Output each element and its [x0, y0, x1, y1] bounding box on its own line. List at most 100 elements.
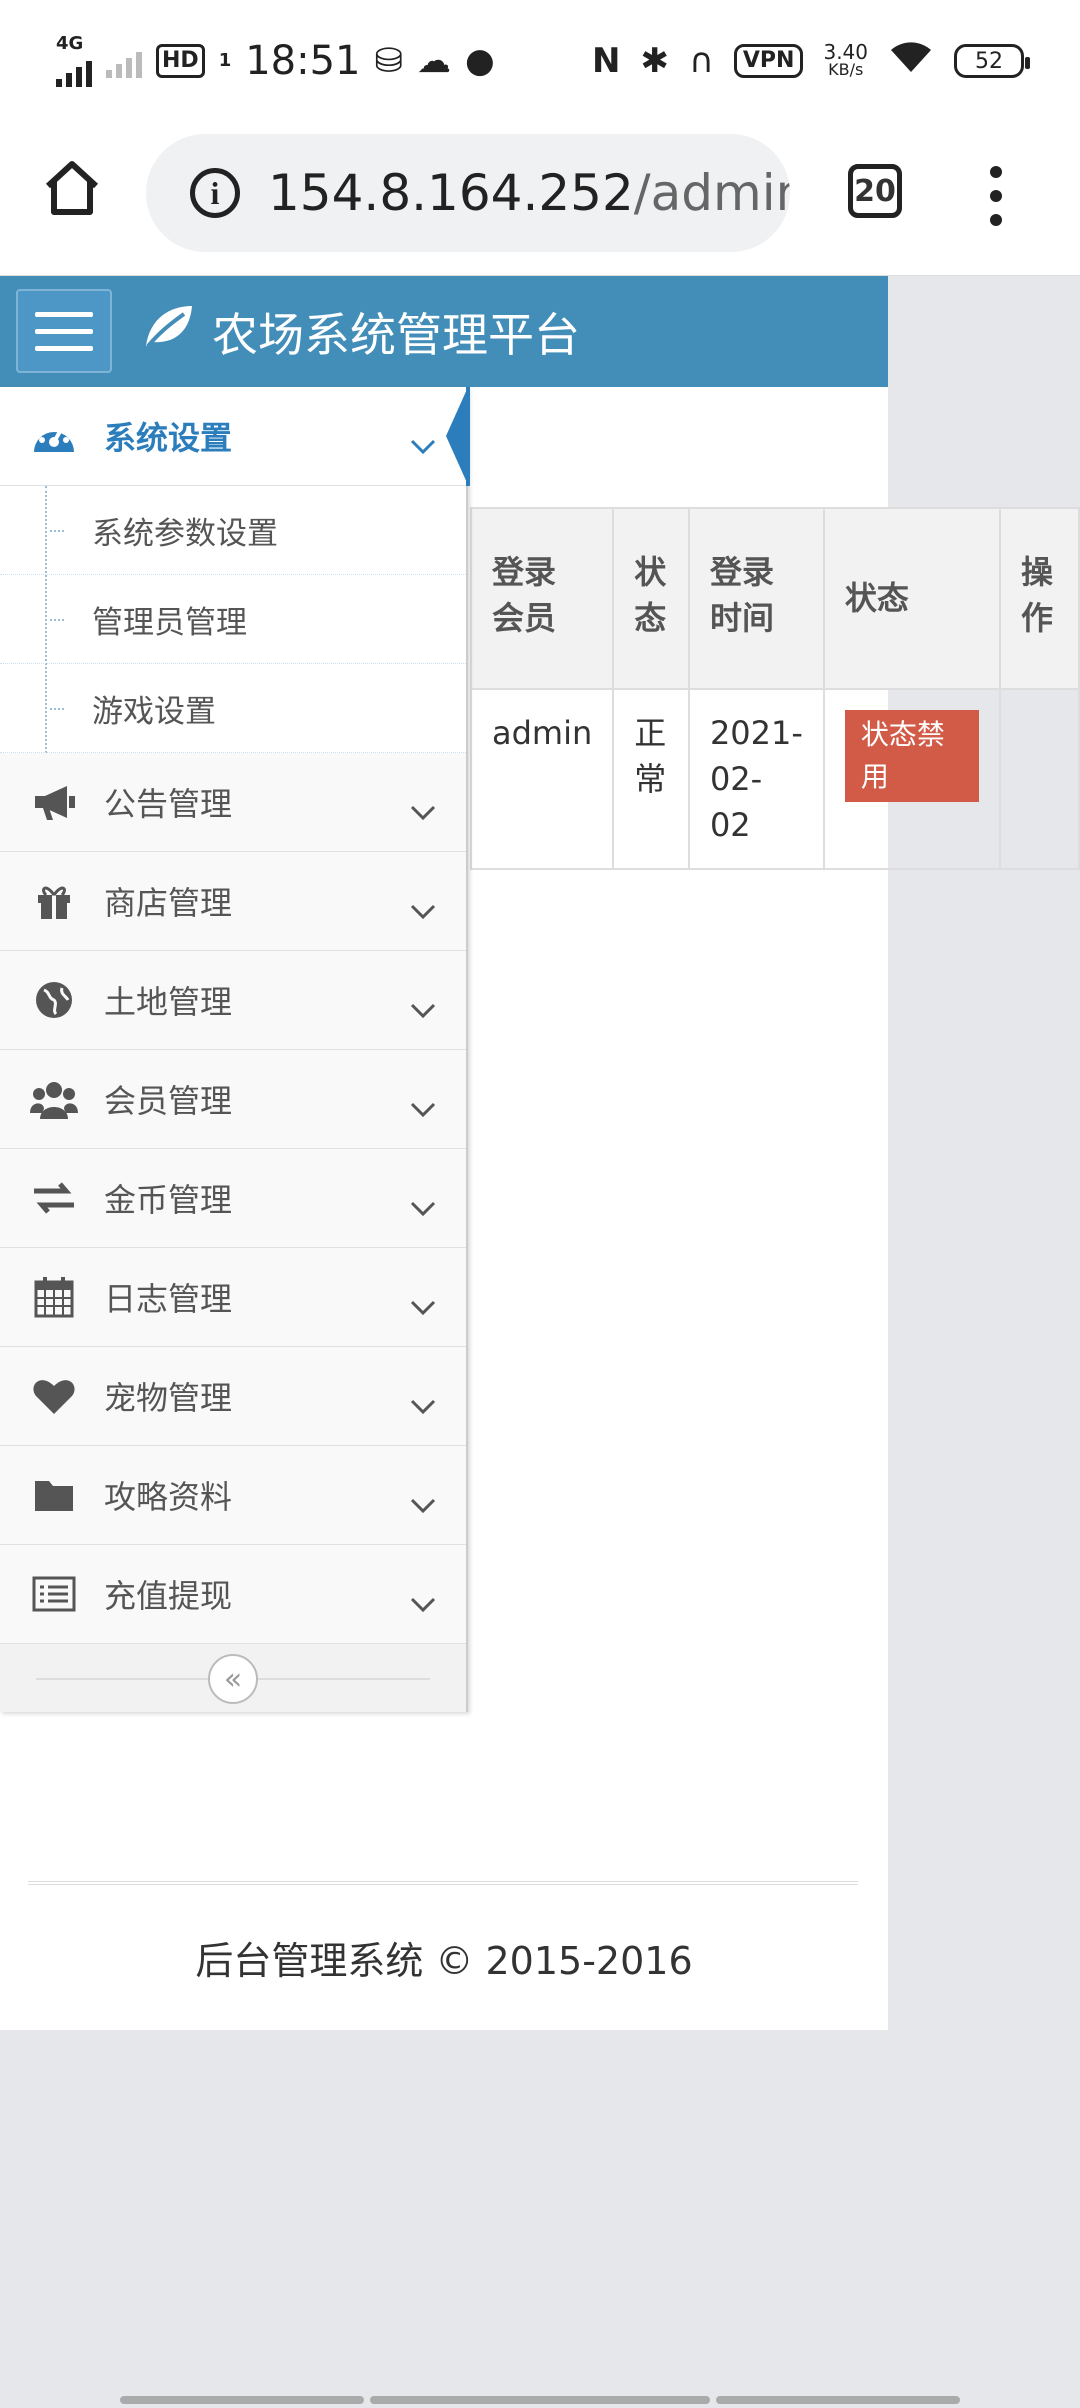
gesture-bar-center [370, 2396, 710, 2404]
battery-icon: 52 [954, 44, 1030, 78]
submenu-label: 管理员管理 [92, 604, 247, 641]
table-header-row: 登录 会员 状 态 登录 时间 状态 操 作 [469, 507, 1080, 690]
sidebar: 系统设置 系统参数设置 管理员管理 游戏设置 公告管理 商店管理 土地管理 会员… [0, 387, 470, 1712]
sidebar-item-label: 系统设置 [104, 419, 233, 457]
gesture-bar-left [120, 2396, 364, 2404]
chevron-down-icon [410, 1187, 436, 1225]
col-header-member: 登录 会员 [469, 507, 615, 690]
submenu-item-system-params[interactable]: 系统参数设置 [0, 486, 466, 575]
status-disabled-badge[interactable]: 状态禁用 [844, 710, 979, 802]
folder-icon [30, 1471, 78, 1519]
overflow-menu-icon[interactable] [984, 166, 1008, 226]
signal-icon [56, 53, 92, 87]
network-speed: 3.40 KB/s [823, 40, 868, 79]
footer-divider [28, 1881, 858, 1885]
clock: 18:51 [245, 38, 361, 84]
calendar-icon [30, 1273, 78, 1321]
speed-unit: KB/s [828, 60, 864, 79]
heart-icon [30, 1372, 78, 1420]
status-bar: 4G HD 1 18:51 ⛁ ☁ ● N ✱ ∩ VPN 3.40 KB/s … [0, 0, 1080, 122]
double-chevron-left-icon[interactable]: « [208, 1654, 258, 1704]
gift-icon [30, 877, 78, 925]
login-table-wrapper: 登录 会员 状 态 登录 时间 状态 操 作 admin 正 常 2021- 0… [469, 507, 1080, 870]
col-header-state: 状态 [822, 507, 1001, 690]
url-path: /admin. [633, 164, 790, 222]
cell-member: admin [469, 688, 615, 870]
hd-badge: HD [156, 44, 205, 78]
sidebar-item-label: 公告管理 [104, 785, 233, 823]
chat-icon: ● [465, 41, 495, 81]
sidebar-item-members[interactable]: 会员管理 [0, 1050, 466, 1149]
sidebar-item-shop[interactable]: 商店管理 [0, 852, 466, 951]
cell-action [998, 688, 1080, 870]
sidebar-item-label: 宠物管理 [104, 1379, 233, 1417]
url-field[interactable]: i 154.8.164.252/admin. [146, 134, 790, 252]
wifi-icon [888, 38, 934, 84]
col-header-time: 登录 时间 [687, 507, 825, 690]
globe-icon [30, 976, 78, 1024]
tab-switcher-button[interactable]: 20 [848, 164, 902, 218]
bullhorn-icon [30, 778, 78, 826]
chevron-down-icon [410, 425, 436, 463]
sidebar-item-label: 会员管理 [104, 1082, 233, 1120]
app-notification-icon: ⛁ [374, 41, 404, 81]
footer-copyright: 后台管理系统 © 2015-2016 [195, 1939, 693, 1983]
submenu: 系统参数设置 管理员管理 游戏设置 [0, 486, 466, 753]
cell-status: 正 常 [612, 688, 690, 870]
home-icon[interactable] [40, 156, 104, 220]
battery-level: 52 [975, 48, 1003, 74]
sidebar-item-pets[interactable]: 宠物管理 [0, 1347, 466, 1446]
sidebar-item-recharge[interactable]: 充值提现 [0, 1545, 466, 1644]
submenu-label: 系统参数设置 [92, 515, 278, 552]
chevron-down-icon [410, 791, 436, 829]
cell-state: 状态禁用 [822, 688, 1001, 870]
sidebar-item-land[interactable]: 土地管理 [0, 951, 466, 1050]
submenu-item-admin-management[interactable]: 管理员管理 [0, 575, 466, 664]
submenu-item-game-settings[interactable]: 游戏设置 [0, 664, 466, 753]
table-row: admin 正 常 2021- 02- 02 状态禁用 [469, 688, 1080, 870]
app-title: 农场系统管理平台 [212, 307, 580, 362]
sim-number: 1 [218, 50, 232, 71]
sidebar-item-announcements[interactable]: 公告管理 [0, 753, 466, 852]
sidebar-item-label: 商店管理 [104, 884, 233, 922]
browser-toolbar: i 154.8.164.252/admin. 20 [0, 122, 1080, 276]
speed-value: 3.40 [823, 40, 868, 64]
chevron-down-icon [410, 1385, 436, 1423]
exchange-icon [30, 1174, 78, 1222]
site-info-icon[interactable]: i [190, 168, 240, 218]
list-icon [30, 1570, 78, 1618]
url-host: 154.8.164.252 [268, 164, 634, 222]
chevron-down-icon [410, 1088, 436, 1126]
submenu-label: 游戏设置 [92, 693, 216, 730]
login-table: 登录 会员 状 态 登录 时间 状态 操 作 admin 正 常 2021- 0… [469, 507, 1080, 870]
sidebar-item-coins[interactable]: 金币管理 [0, 1149, 466, 1248]
brand[interactable]: 农场系统管理平台 [140, 276, 580, 387]
sidebar-collapse-bar: « [0, 1644, 466, 1712]
headphones-icon: ∩ [689, 41, 714, 81]
menu-toggle-button[interactable] [16, 289, 112, 373]
users-icon [30, 1075, 78, 1123]
sidebar-item-label: 充值提现 [104, 1577, 233, 1615]
sidebar-item-label: 土地管理 [104, 983, 233, 1021]
sidebar-item-system-settings[interactable]: 系统设置 [0, 387, 470, 486]
chevron-down-icon [410, 1286, 436, 1324]
chevron-down-icon [410, 1484, 436, 1522]
cell-time: 2021- 02- 02 [687, 688, 825, 870]
chevron-down-icon [410, 1583, 436, 1621]
sidebar-item-logs[interactable]: 日志管理 [0, 1248, 466, 1347]
nfc-icon: N [592, 41, 621, 81]
col-header-action: 操 作 [998, 507, 1080, 690]
col-header-status: 状 态 [612, 507, 690, 690]
network-type: 4G [56, 33, 84, 54]
leaf-icon [140, 302, 196, 361]
gesture-bar-right [716, 2396, 960, 2404]
active-arrow-icon [446, 387, 468, 485]
chevron-down-icon [410, 989, 436, 1027]
sidebar-item-label: 攻略资料 [104, 1478, 233, 1516]
cloud-icon: ☁ [417, 41, 451, 81]
chevron-down-icon [410, 890, 436, 928]
signal-2-icon [106, 44, 142, 78]
vpn-badge: VPN [733, 44, 804, 78]
sidebar-item-guides[interactable]: 攻略资料 [0, 1446, 466, 1545]
sidebar-item-label: 日志管理 [104, 1280, 233, 1318]
